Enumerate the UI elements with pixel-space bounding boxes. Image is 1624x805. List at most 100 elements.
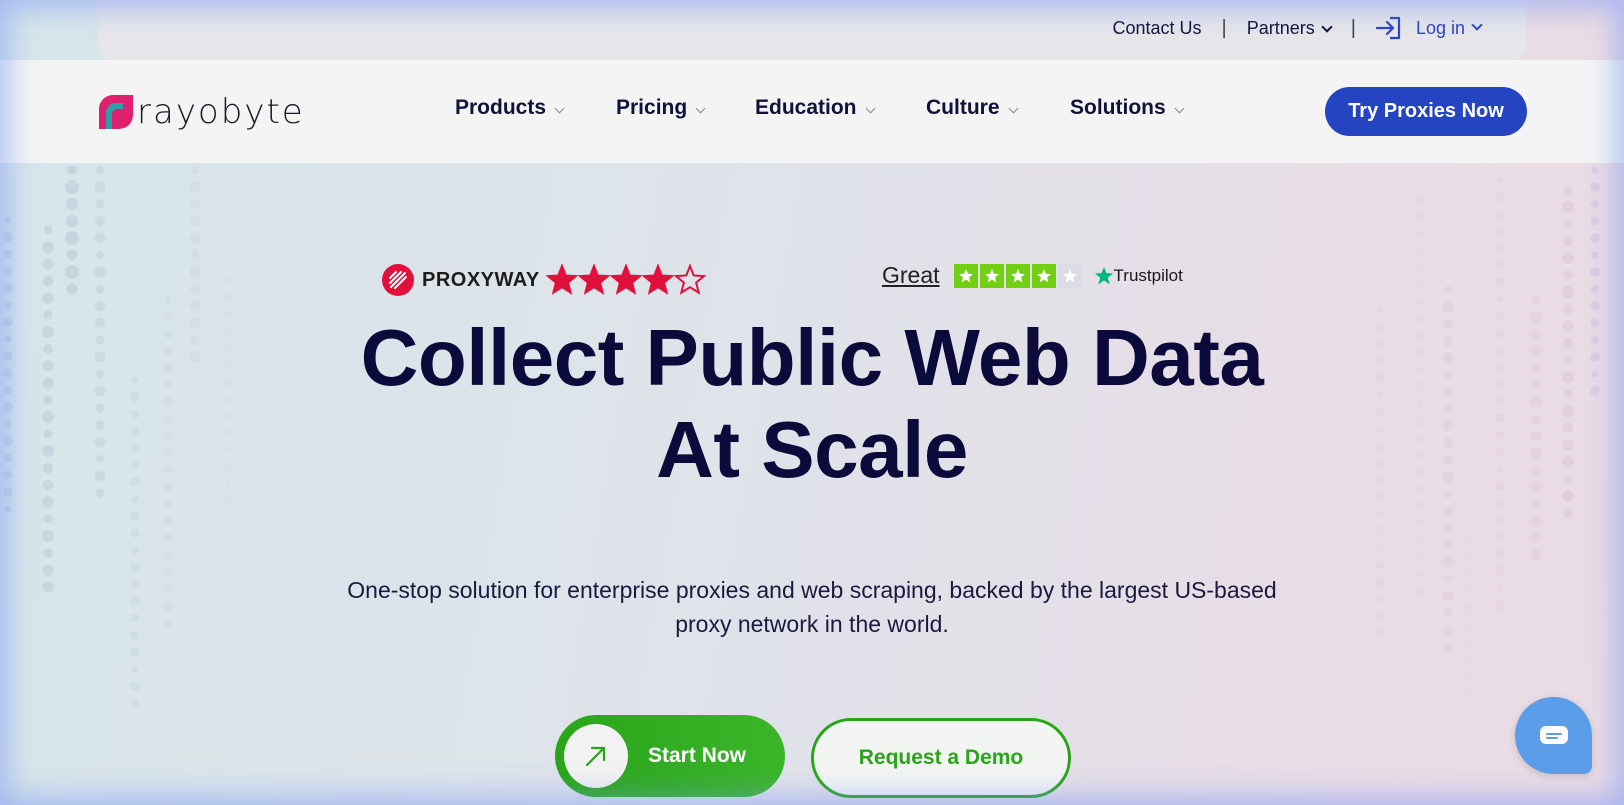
background-dot bbox=[130, 545, 140, 555]
background-dot bbox=[1563, 185, 1573, 195]
nav-products[interactable]: Products bbox=[455, 96, 616, 120]
background-dot bbox=[1496, 261, 1504, 269]
background-dot bbox=[66, 283, 78, 295]
trustpilot-star-icon bbox=[1094, 266, 1113, 284]
contact-us-link[interactable]: Contact Us bbox=[1112, 18, 1201, 39]
background-dot bbox=[1444, 286, 1452, 294]
background-dot bbox=[42, 496, 54, 508]
background-dot bbox=[1590, 216, 1600, 226]
trustpilot-star-filled-icon bbox=[1031, 263, 1056, 288]
trustpilot-star-empty-icon bbox=[1057, 263, 1082, 288]
proxyway-stars bbox=[545, 264, 706, 296]
chat-widget-button[interactable] bbox=[1515, 697, 1592, 774]
proxyway-rating[interactable]: PROXYWAY bbox=[382, 264, 706, 296]
login-arrow-icon bbox=[1375, 16, 1401, 40]
background-dot bbox=[1591, 251, 1599, 259]
login-link[interactable]: Log in bbox=[1375, 16, 1483, 40]
rayobyte-logo[interactable]: rayobyte bbox=[97, 92, 305, 132]
trustpilot-rating-text: Great bbox=[882, 262, 940, 288]
background-dot bbox=[1562, 286, 1574, 298]
background-dot bbox=[65, 231, 79, 245]
nav-education[interactable]: Education bbox=[755, 96, 926, 120]
star-filled-icon bbox=[545, 264, 578, 295]
background-dot bbox=[190, 284, 200, 294]
background-dot bbox=[1415, 297, 1425, 307]
background-dot bbox=[1415, 518, 1425, 528]
star-filled-icon bbox=[641, 264, 674, 295]
background-dot bbox=[190, 250, 200, 260]
background-dot bbox=[3, 266, 13, 276]
hero-subtitle-line2: proxy network in the world. bbox=[675, 611, 949, 637]
background-dot bbox=[1495, 515, 1505, 525]
background-dot bbox=[1442, 641, 1454, 653]
background-dot bbox=[1531, 295, 1541, 305]
background-dot bbox=[1466, 536, 1474, 544]
background-dot bbox=[163, 533, 173, 543]
request-demo-button[interactable]: Request a Demo bbox=[811, 718, 1071, 798]
background-dot bbox=[94, 181, 106, 193]
background-dot bbox=[43, 548, 53, 558]
background-dot bbox=[1495, 226, 1505, 236]
background-dot bbox=[42, 292, 54, 304]
try-proxies-button[interactable]: Try Proxies Now bbox=[1325, 87, 1527, 136]
background-dot bbox=[1590, 182, 1600, 192]
main-navbar: rayobyte Products Pricing Education Cult… bbox=[0, 60, 1624, 163]
background-dot bbox=[130, 528, 140, 538]
background-dot bbox=[1495, 209, 1505, 219]
background-dot bbox=[1562, 218, 1574, 230]
background-dot bbox=[1416, 281, 1424, 289]
background-dot bbox=[1443, 540, 1453, 550]
background-dot bbox=[130, 647, 140, 657]
background-dot bbox=[65, 214, 79, 228]
background-dot bbox=[1495, 532, 1505, 542]
background-dot bbox=[1562, 235, 1574, 247]
partners-dropdown[interactable]: Partners bbox=[1247, 18, 1333, 39]
star-filled-icon bbox=[577, 264, 610, 295]
hero-title-line2: At Scale bbox=[656, 405, 968, 494]
chevron-down-icon bbox=[1174, 103, 1185, 113]
start-now-label: Start Now bbox=[648, 744, 747, 767]
background-dot bbox=[94, 300, 106, 312]
background-dot bbox=[189, 198, 201, 210]
background-dot bbox=[1466, 655, 1474, 663]
background-dot bbox=[1562, 201, 1574, 213]
trustpilot-star-filled-icon bbox=[979, 263, 1004, 288]
nav-pricing[interactable]: Pricing bbox=[616, 96, 755, 120]
background-dot bbox=[66, 249, 78, 261]
background-dot bbox=[164, 500, 172, 508]
background-dot bbox=[1590, 267, 1600, 277]
background-dot bbox=[131, 665, 139, 673]
background-dot bbox=[1495, 498, 1505, 508]
background-dot bbox=[1415, 212, 1425, 222]
start-now-button[interactable]: Start Now bbox=[555, 715, 785, 797]
chevron-down-icon bbox=[865, 103, 875, 113]
background-dot bbox=[1415, 535, 1425, 545]
background-dot bbox=[1376, 510, 1384, 518]
nav-culture-label: Culture bbox=[926, 96, 1000, 119]
request-demo-label: Request a Demo bbox=[858, 746, 1024, 769]
background-dot bbox=[131, 495, 139, 503]
background-dot bbox=[3, 249, 13, 259]
chevron-down-icon bbox=[1008, 103, 1018, 113]
nav-products-label: Products bbox=[455, 96, 547, 119]
proxyway-name: PROXYWAY bbox=[422, 268, 540, 291]
background-dot bbox=[65, 180, 79, 194]
utility-bar: Contact Us | Partners | Log in bbox=[97, 0, 1527, 60]
background-dot bbox=[1496, 176, 1504, 184]
background-dot bbox=[1531, 499, 1541, 509]
chevron-down-icon bbox=[554, 103, 565, 113]
trustpilot-rating[interactable]: Great Trustpilot bbox=[882, 262, 1183, 289]
background-dot bbox=[164, 296, 172, 304]
star-outline-icon bbox=[673, 264, 706, 295]
background-dot bbox=[1375, 560, 1385, 570]
background-dot bbox=[1415, 552, 1425, 562]
nav-solutions[interactable]: Solutions bbox=[1070, 96, 1185, 120]
background-dot bbox=[1375, 526, 1385, 536]
background-dot bbox=[1495, 243, 1505, 253]
hero-title-line1: Collect Public Web Data bbox=[360, 313, 1264, 402]
background-dot bbox=[4, 505, 12, 513]
background-dot bbox=[1590, 301, 1600, 311]
start-now-icon-circle bbox=[564, 724, 628, 788]
nav-solutions-label: Solutions bbox=[1070, 96, 1166, 119]
nav-culture[interactable]: Culture bbox=[926, 96, 1070, 120]
